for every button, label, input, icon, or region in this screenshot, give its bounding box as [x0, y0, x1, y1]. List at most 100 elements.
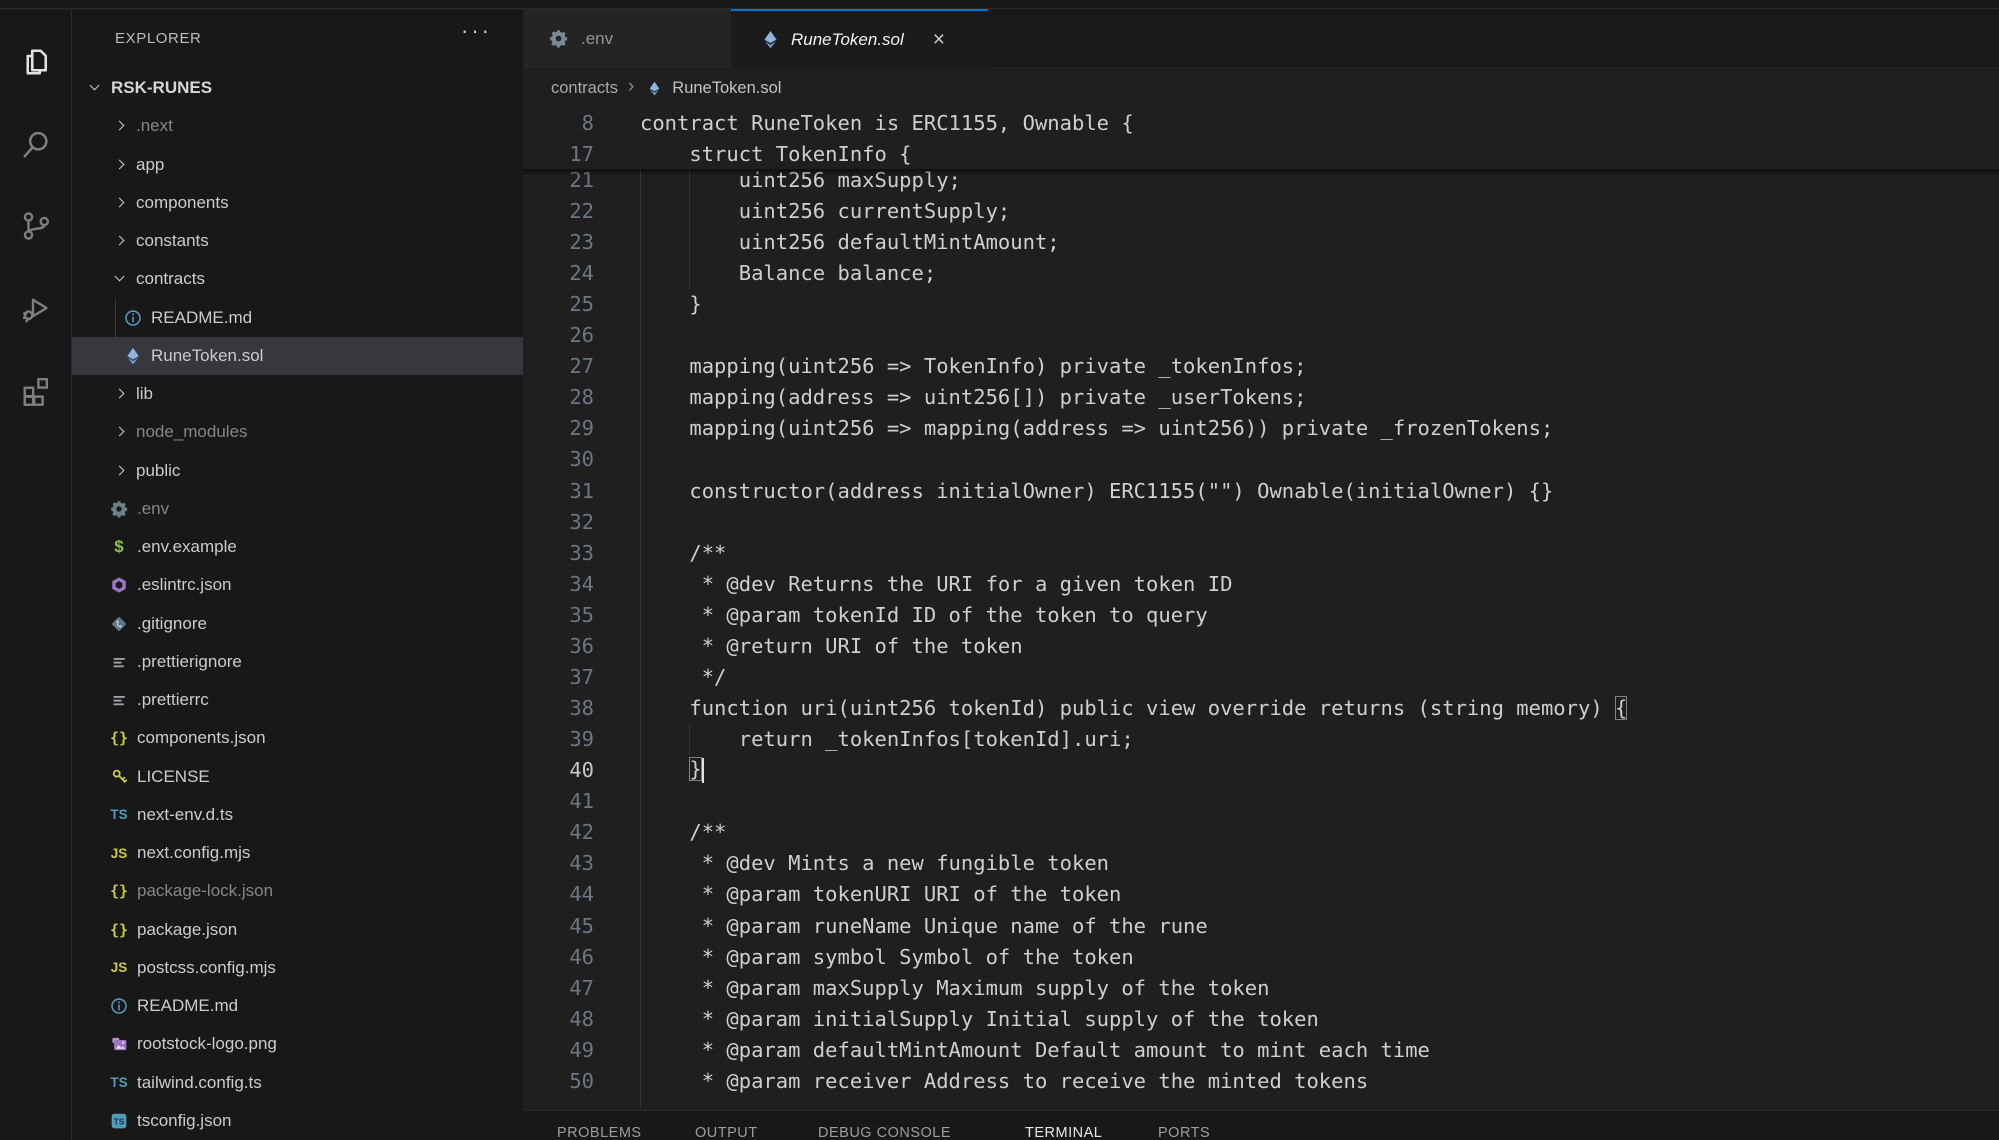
line-number[interactable]: 32: [523, 510, 594, 534]
code-line-32: 32: [523, 506, 1999, 537]
line-number[interactable]: 47: [523, 976, 594, 1000]
code-line-35: 35 * @param tokenId ID of the token to q…: [523, 599, 1999, 630]
activity-explorer-button[interactable]: [0, 38, 71, 90]
tree-item-package-lock-json[interactable]: {}package-lock.json: [72, 872, 523, 910]
chevron-down-icon: [112, 271, 128, 287]
lines-icon: [109, 690, 129, 710]
tree-item-components-json[interactable]: {}components.json: [72, 719, 523, 757]
file-label: rootstock-logo.png: [137, 1034, 277, 1054]
line-number[interactable]: 43: [523, 851, 594, 875]
gear-icon: [109, 499, 129, 519]
activity-run-debug-button[interactable]: [0, 284, 71, 336]
tree-item-constants[interactable]: constants: [72, 222, 523, 260]
line-number[interactable]: 33: [523, 541, 594, 565]
chevron-right-icon: [112, 195, 128, 211]
line-number[interactable]: 31: [523, 479, 594, 503]
tree-item--env[interactable]: .env: [72, 490, 523, 528]
tree-item-next-env-d-ts[interactable]: TSnext-env.d.ts: [72, 796, 523, 834]
tree-item-runetoken-sol[interactable]: RuneToken.sol: [72, 337, 523, 375]
line-number[interactable]: 35: [523, 603, 594, 627]
line-number[interactable]: 36: [523, 634, 594, 658]
file-label: .eslintrc.json: [137, 575, 231, 595]
file-label: public: [136, 461, 180, 481]
line-number[interactable]: 30: [523, 447, 594, 471]
tree-item-package-json[interactable]: {}package.json: [72, 911, 523, 949]
line-number[interactable]: 23: [523, 230, 594, 254]
tree-item-rootstock-logo-png[interactable]: rootstock-logo.png: [72, 1025, 523, 1063]
code-text: * @return URI of the token: [594, 634, 1023, 658]
line-number[interactable]: 29: [523, 416, 594, 440]
code-line-29: 29 mapping(uint256 => mapping(address =>…: [523, 413, 1999, 444]
code-line-47: 47 * @param maxSupply Maximum supply of …: [523, 972, 1999, 1003]
tree-item-components[interactable]: components: [72, 184, 523, 222]
tree-item-readme-md[interactable]: README.md: [72, 987, 523, 1025]
panel-tab-debug-console[interactable]: DEBUG CONSOLE: [818, 1125, 951, 1140]
panel-tab-terminal[interactable]: TERMINAL: [1025, 1125, 1102, 1140]
tree-item-tailwind-config-ts[interactable]: TStailwind.config.ts: [72, 1064, 523, 1102]
line-number[interactable]: 25: [523, 292, 594, 316]
line-number[interactable]: 39: [523, 727, 594, 751]
tree-item-readme-md[interactable]: README.md: [72, 299, 523, 337]
line-number[interactable]: 24: [523, 261, 594, 285]
panel-tab-problems[interactable]: PROBLEMS: [557, 1125, 642, 1140]
line-number[interactable]: 44: [523, 882, 594, 906]
code-line-40: 40 }: [523, 755, 1999, 786]
line-number[interactable]: 34: [523, 572, 594, 596]
line-number[interactable]: 37: [523, 665, 594, 689]
tree-item--prettierrc[interactable]: .prettierrc: [72, 681, 523, 719]
indent-guide: [689, 169, 690, 289]
line-number[interactable]: 45: [523, 914, 594, 938]
activity-search-button[interactable]: [0, 121, 71, 173]
code-line-25: 25 }: [523, 289, 1999, 320]
tree-item--gitignore[interactable]: .gitignore: [72, 605, 523, 643]
code-line-39: 39 return _tokenInfos[tokenId].uri;: [523, 724, 1999, 755]
code-text: Balance balance;: [594, 261, 936, 285]
line-number[interactable]: 40: [523, 758, 594, 782]
file-label: next.config.mjs: [137, 843, 250, 863]
tree-project-root[interactable]: RSK-RUNES: [72, 69, 523, 107]
tree-item-node-modules[interactable]: node_modules: [72, 413, 523, 451]
tree-item-app[interactable]: app: [72, 146, 523, 184]
code-text: * @param tokenURI URI of the token: [594, 882, 1121, 906]
tree-item--eslintrc-json[interactable]: .eslintrc.json: [72, 566, 523, 604]
code-text: * @param initialSupply Initial supply of…: [594, 1007, 1319, 1031]
search-icon: [18, 127, 54, 168]
tree-item--next[interactable]: .next: [72, 107, 523, 145]
line-number[interactable]: 50: [523, 1069, 594, 1093]
code-text: mapping(uint256 => TokenInfo) private _t…: [594, 354, 1306, 378]
code-line-49: 49 * @param defaultMintAmount Default am…: [523, 1034, 1999, 1065]
tree-item-tsconfig-json[interactable]: TStsconfig.json: [72, 1102, 523, 1140]
code-line-50: 50 * @param receiver Address to receive …: [523, 1065, 1999, 1096]
panel-tab-output[interactable]: OUTPUT: [695, 1125, 758, 1140]
explorer-title: EXPLORER: [115, 30, 202, 47]
line-number[interactable]: 27: [523, 354, 594, 378]
activity-source-control-button[interactable]: [0, 202, 71, 254]
tree-item-lib[interactable]: lib: [72, 375, 523, 413]
tree-item-contracts[interactable]: contracts: [72, 260, 523, 298]
activity-extensions-button[interactable]: [0, 366, 71, 418]
indent-guide: [689, 724, 690, 755]
ellipsis-icon[interactable]: ···: [461, 20, 492, 42]
line-number[interactable]: 26: [523, 323, 594, 347]
line-number[interactable]: 38: [523, 696, 594, 720]
tree-item-license[interactable]: LICENSE: [72, 758, 523, 796]
line-number[interactable]: 22: [523, 199, 594, 223]
line-number[interactable]: 8: [523, 111, 594, 135]
tree-item--prettierignore[interactable]: .prettierignore: [72, 643, 523, 681]
line-number[interactable]: 48: [523, 1007, 594, 1031]
panel-tab-ports[interactable]: PORTS: [1158, 1125, 1210, 1140]
line-number[interactable]: 49: [523, 1038, 594, 1062]
tree-item-next-config-mjs[interactable]: JSnext.config.mjs: [72, 834, 523, 872]
lines-icon: [109, 652, 129, 672]
line-number[interactable]: 17: [523, 142, 594, 166]
line-number[interactable]: 46: [523, 945, 594, 969]
line-number[interactable]: 28: [523, 385, 594, 409]
file-label: LICENSE: [137, 767, 210, 787]
line-number[interactable]: 42: [523, 820, 594, 844]
line-number[interactable]: 41: [523, 789, 594, 813]
tree-item-postcss-config-mjs[interactable]: JSpostcss.config.mjs: [72, 949, 523, 987]
tree-item--env-example[interactable]: $.env.example: [72, 528, 523, 566]
code-text: mapping(uint256 => mapping(address => ui…: [594, 416, 1553, 440]
git-icon: [109, 614, 129, 634]
tree-item-public[interactable]: public: [72, 452, 523, 490]
